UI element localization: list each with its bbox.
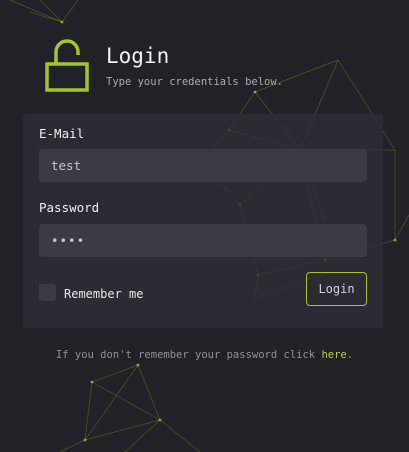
password-label: Password [39, 200, 100, 215]
login-header: Login Type your credentials below. [44, 38, 283, 92]
forgot-password-text: If you don't remember your password clic… [0, 349, 409, 361]
page-title: Login [106, 44, 170, 68]
title-block: Login Type your credentials below. [106, 38, 283, 88]
login-form-card: E-Mail Password Remember me Login [23, 114, 383, 328]
forgot-password-message: If you don't remember your password clic… [55, 349, 322, 361]
login-button[interactable]: Login [306, 272, 367, 306]
unlocked-padlock-icon [45, 39, 89, 92]
email-label: E-Mail [39, 126, 85, 141]
forgot-password-period: . [346, 349, 354, 361]
email-field[interactable] [39, 149, 367, 182]
remember-me-label[interactable]: Remember me [64, 287, 143, 301]
forgot-password-link[interactable]: here [321, 349, 346, 361]
page-subtitle: Type your credentials below. [106, 76, 284, 88]
remember-me-checkbox[interactable] [39, 284, 56, 301]
password-field[interactable] [39, 224, 367, 257]
remember-me-row[interactable]: Remember me [39, 284, 143, 301]
